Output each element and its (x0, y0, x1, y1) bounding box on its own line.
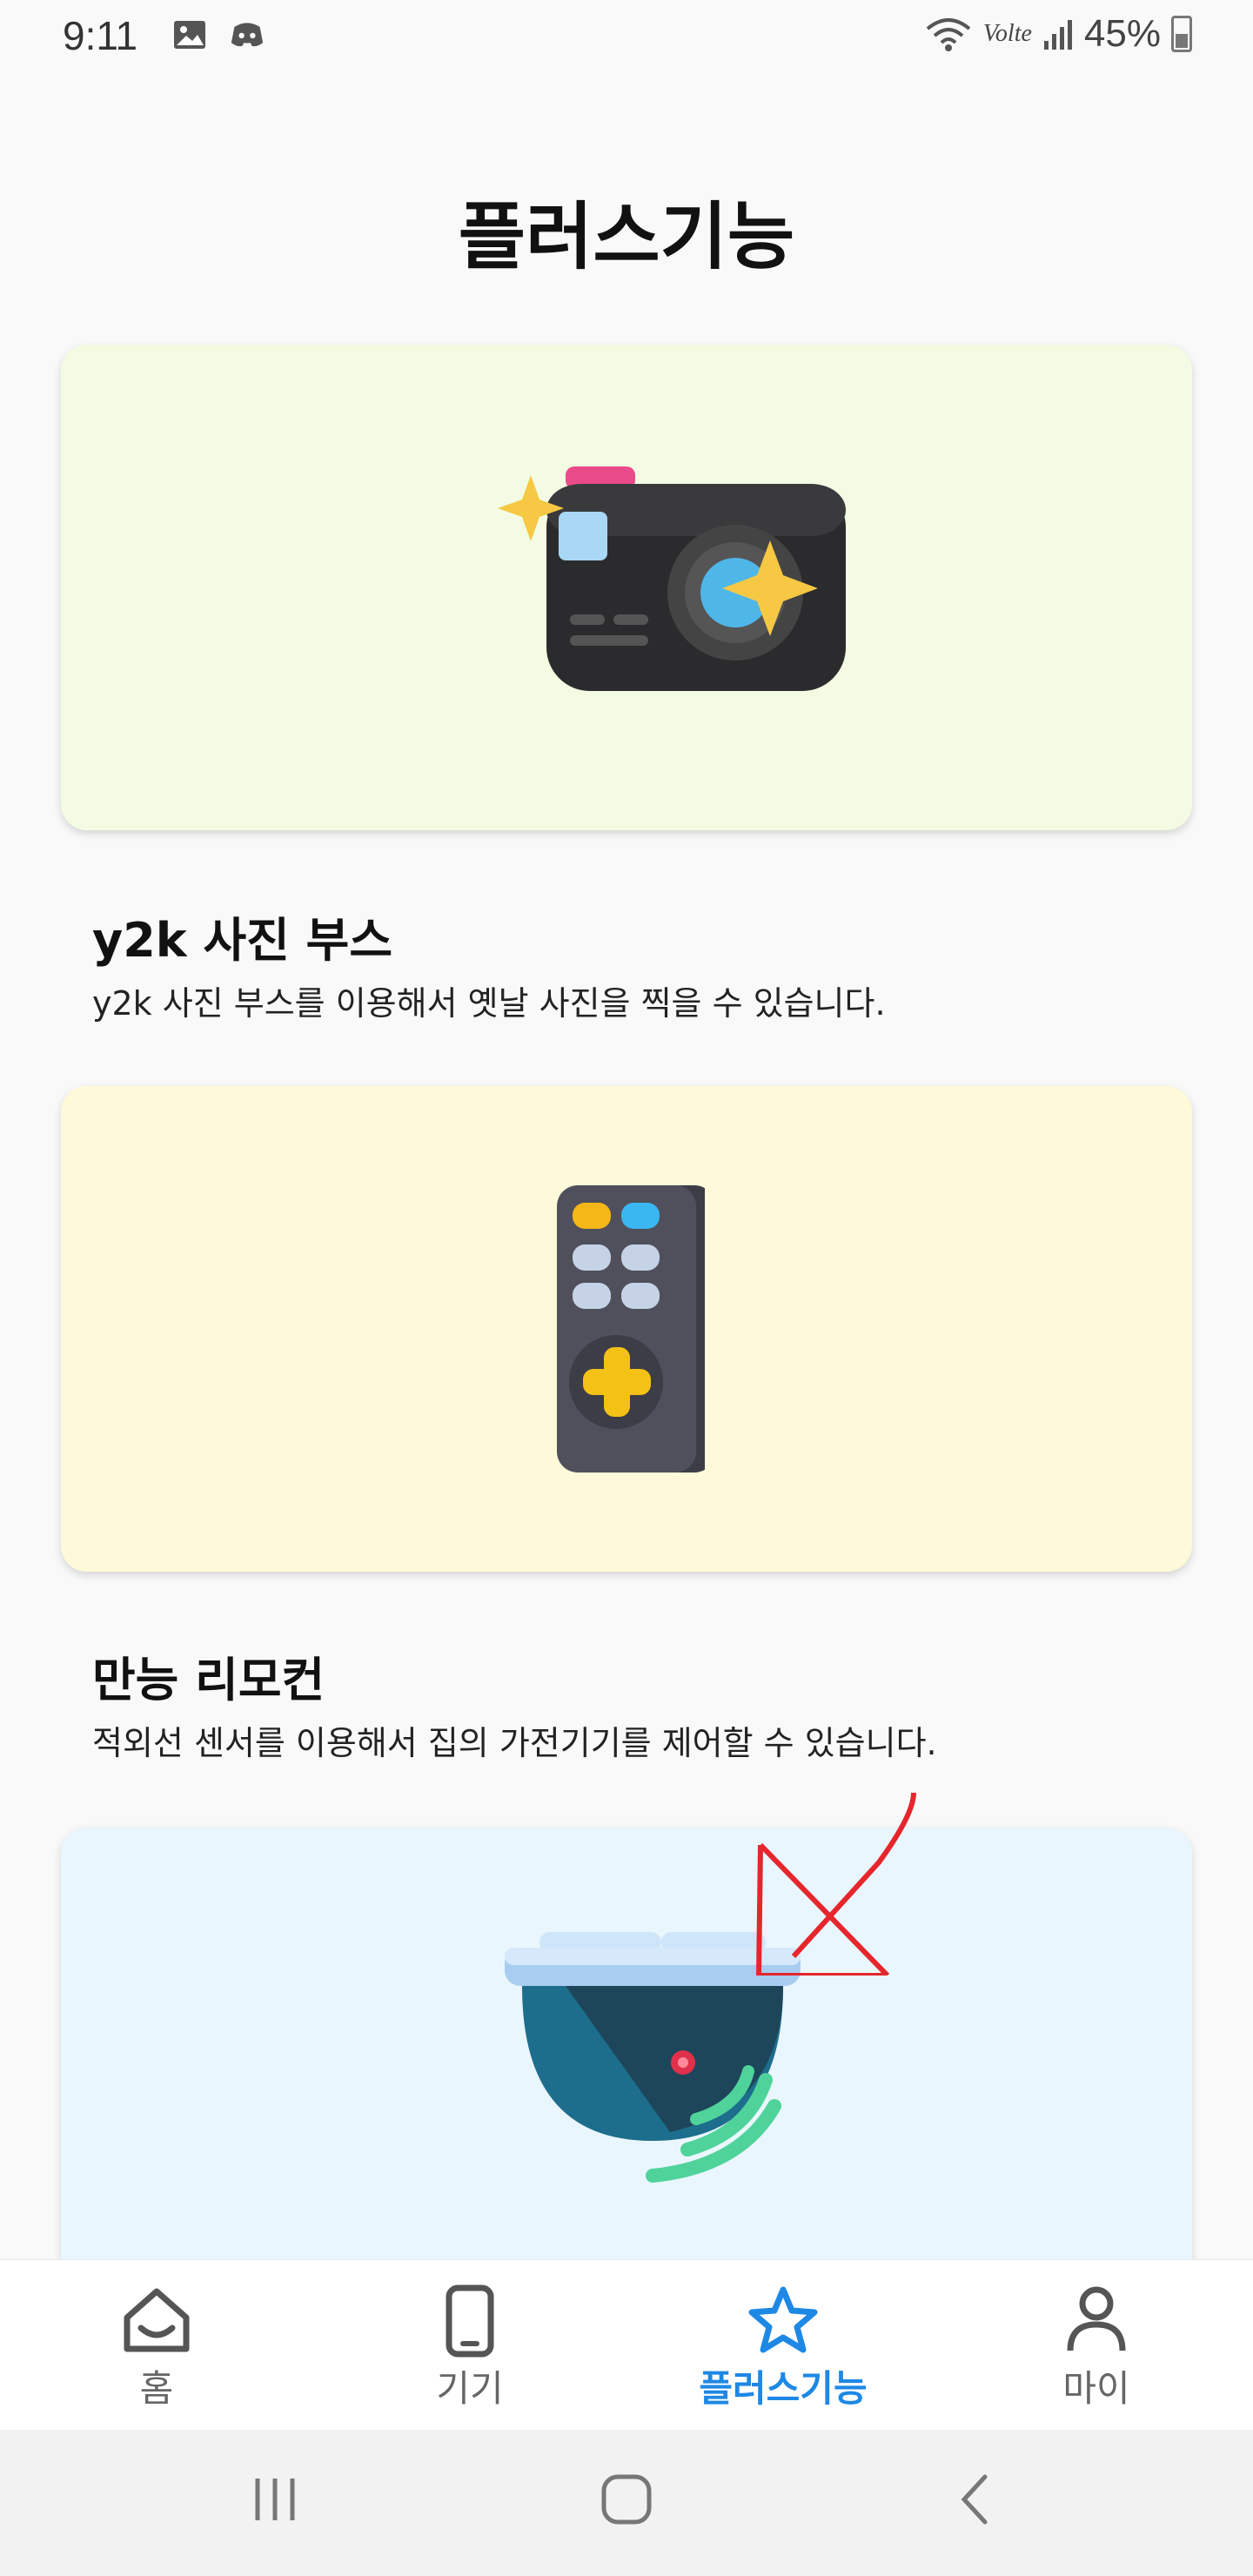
status-right: Volte 45% (924, 12, 1192, 56)
recent-apps-icon[interactable] (251, 2475, 299, 2524)
phone-icon (446, 2284, 494, 2358)
feature-card-universal-remote[interactable] (61, 1086, 1192, 1572)
bottom-nav: 홈 기기 플러스기능 마이 (0, 2259, 1253, 2431)
feature-description: 적외선 센서를 이용해서 집의 가전기기를 제어할 수 있습니다. (92, 1724, 937, 1762)
status-bar: 9:11 Volte 45% (0, 0, 1253, 78)
annotation-mark (755, 1792, 916, 1976)
page-title: 플러스기능 (458, 194, 795, 279)
home-button-icon[interactable] (600, 2473, 653, 2526)
security-camera-icon (505, 1932, 801, 2183)
nav-item-devices[interactable]: 기기 (313, 2260, 626, 2431)
volte-label: Volte (982, 20, 1032, 47)
nav-label: 마이 (1062, 2367, 1130, 2410)
wifi-icon (926, 18, 971, 51)
feature-description: y2k 사진 부스를 이용해서 옛날 사진을 찍을 수 있습니다. (92, 984, 886, 1023)
back-icon[interactable] (957, 2473, 992, 2526)
star-icon (748, 2286, 818, 2353)
nav-label: 홈 (139, 2367, 174, 2410)
nav-item-plus-features[interactable]: 플러스기능 (626, 2260, 940, 2431)
system-nav-bar (0, 2430, 1253, 2576)
battery-percent: 45% (1083, 12, 1161, 55)
feature-title: y2k 사진 부스 (92, 913, 393, 968)
nav-label: 플러스기능 (699, 2367, 868, 2410)
nav-label: 기기 (436, 2367, 504, 2410)
feature-card-y2k-photo-booth[interactable] (61, 345, 1192, 830)
nav-item-my[interactable]: 마이 (940, 2260, 1253, 2431)
feature-title: 만능 리모컨 (92, 1653, 325, 1707)
feature-card-security-camera[interactable] (61, 1828, 1192, 2313)
status-time: 9:11 (63, 13, 138, 58)
camera-icon (498, 466, 846, 691)
signal-icon (1043, 20, 1072, 50)
person-icon (1067, 2286, 1126, 2351)
remote-control-icon (557, 1185, 705, 1472)
gallery-icon (174, 21, 205, 49)
home-icon (124, 2288, 190, 2352)
nav-item-home[interactable]: 홈 (0, 2260, 313, 2431)
discord-icon (231, 23, 264, 47)
battery-icon (1171, 16, 1192, 52)
